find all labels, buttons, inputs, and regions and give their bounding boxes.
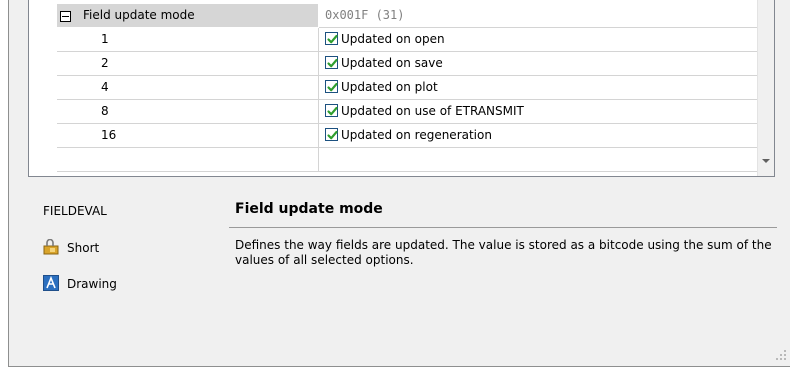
short-type-icon bbox=[43, 238, 59, 255]
checkbox-updated-on-open[interactable] bbox=[325, 32, 338, 45]
resize-grip-icon[interactable] bbox=[776, 350, 786, 360]
checkbox-updated-on-save[interactable] bbox=[325, 56, 338, 69]
saved-in: Drawing bbox=[43, 274, 117, 294]
bit-value: 8 bbox=[101, 104, 109, 118]
description-title: Field update mode bbox=[235, 201, 383, 217]
table-row[interactable]: 8 Updated on use of ETRANSMIT bbox=[29, 100, 758, 124]
variable-name: FIELDEVAL bbox=[43, 204, 107, 218]
drawing-icon bbox=[43, 275, 59, 291]
vertical-scrollbar[interactable] bbox=[757, 0, 774, 176]
table-row[interactable]: 16 Updated on regeneration bbox=[29, 124, 758, 148]
checkbox-updated-on-plot[interactable] bbox=[325, 80, 338, 93]
option-label: Updated on open bbox=[341, 32, 445, 46]
checkbox-updated-on-regeneration[interactable] bbox=[325, 128, 338, 141]
property-value-cell: 0x001F (31) bbox=[319, 4, 758, 28]
grid-header-row[interactable]: Field update mode 0x001F (31) bbox=[29, 4, 758, 28]
option-label: Updated on plot bbox=[341, 80, 438, 94]
scroll-down-icon[interactable] bbox=[762, 159, 770, 163]
divider bbox=[229, 227, 777, 228]
option-label: Updated on use of ETRANSMIT bbox=[341, 104, 524, 118]
bit-value: 1 bbox=[101, 32, 109, 46]
property-value: 0x001F (31) bbox=[325, 8, 405, 22]
sysvar-monitor-panel: Field update mode 0x001F (31) 1 Updated … bbox=[8, 0, 790, 367]
table-row[interactable]: 2 Updated on save bbox=[29, 52, 758, 76]
bit-value: 2 bbox=[101, 56, 109, 70]
bit-value: 4 bbox=[101, 80, 109, 94]
option-label: Updated on save bbox=[341, 56, 443, 70]
variable-type: Short bbox=[43, 238, 99, 258]
bit-value: 16 bbox=[101, 128, 117, 142]
option-label: Updated on regeneration bbox=[341, 128, 492, 142]
description-text: Defines the way fields are updated. The … bbox=[235, 238, 772, 267]
checkbox-updated-on-etransmit[interactable] bbox=[325, 104, 338, 117]
table-row[interactable]: 1 Updated on open bbox=[29, 28, 758, 52]
property-grid: Field update mode 0x001F (31) 1 Updated … bbox=[28, 0, 775, 177]
property-name: Field update mode bbox=[83, 8, 195, 22]
table-row-partial bbox=[29, 148, 758, 172]
table-row[interactable]: 4 Updated on plot bbox=[29, 76, 758, 100]
collapse-icon[interactable] bbox=[60, 11, 71, 22]
property-name-cell[interactable]: Field update mode bbox=[57, 4, 319, 28]
